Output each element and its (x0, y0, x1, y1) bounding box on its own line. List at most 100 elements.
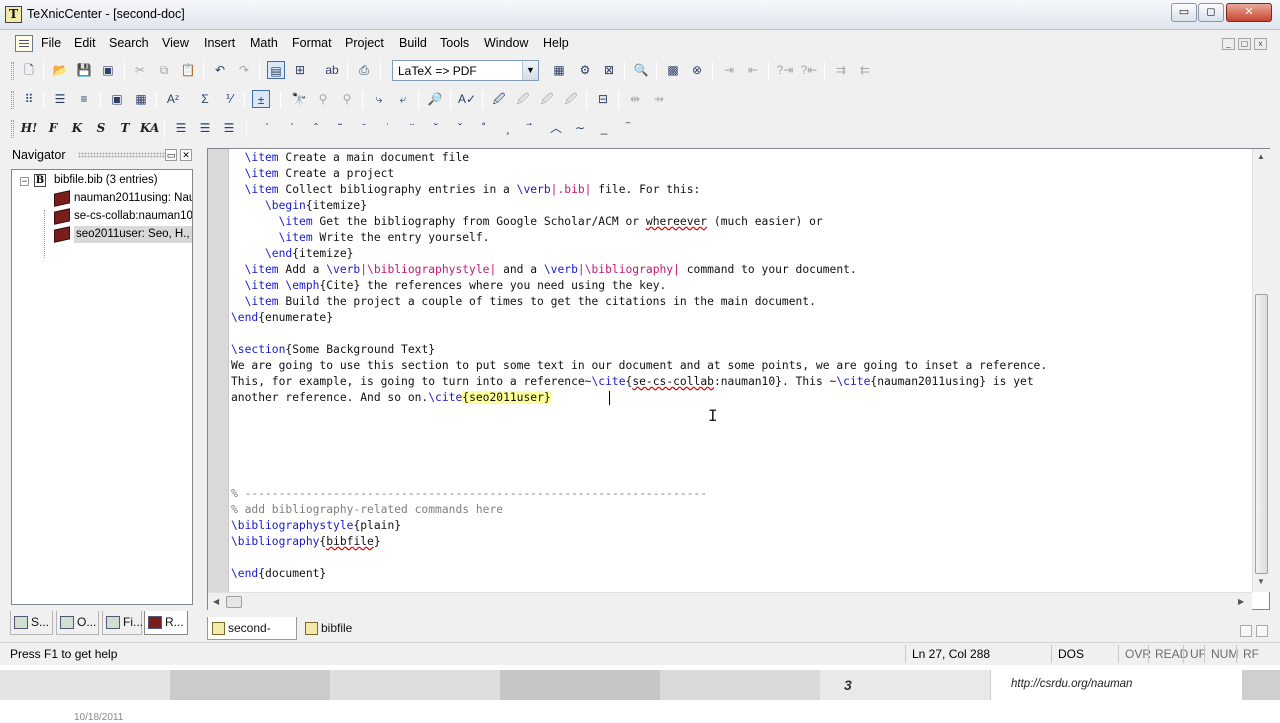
mdi-close-button[interactable]: x (1254, 38, 1267, 50)
build-all-icon[interactable]: ▩ (664, 61, 682, 79)
spell-check-icon[interactable]: A✓ (458, 90, 476, 108)
insert-bibtex-icon[interactable]: ⊟ (594, 90, 612, 108)
document-system-menu-icon[interactable] (15, 35, 33, 52)
mdi-restore-button[interactable]: ▢ (1238, 38, 1251, 50)
code-editor[interactable]: \item Create a main document file \item … (207, 148, 1270, 610)
code-line[interactable]: \item Create a main document file (231, 150, 469, 166)
code-line[interactable]: % --------------------------------------… (231, 486, 707, 502)
output-window-icon[interactable]: ⊞ (291, 61, 309, 79)
goto-label-icon[interactable]: ⤶ (394, 90, 412, 108)
format-italic-button[interactable]: K (68, 119, 86, 137)
fraction-icon[interactable]: ⅟ (220, 90, 238, 108)
accent-check-icon[interactable]: ˇ (451, 119, 469, 137)
menu-math[interactable]: Math (250, 36, 278, 50)
format-heading-button[interactable]: H! (20, 119, 38, 137)
accent-bar-icon[interactable]: ˉ (355, 119, 373, 137)
tab-restore-button[interactable] (1240, 625, 1252, 637)
paste-icon[interactable]: 📋 (179, 61, 197, 79)
copy-icon[interactable]: ⧉ (155, 61, 173, 79)
previous-warning-icon[interactable]: ?⇤ (800, 61, 818, 79)
scroll-left-icon[interactable]: ◀ (213, 597, 219, 606)
find-previous-icon[interactable]: ⚲ (338, 90, 356, 108)
tab-close-button[interactable] (1256, 625, 1268, 637)
insert-structure-icon[interactable]: ⠿ (20, 90, 38, 108)
code-line[interactable]: \bibliographystyle{plain} (231, 518, 401, 534)
code-line[interactable]: We are going to use this section to put … (231, 358, 1047, 374)
format-smallcaps-button[interactable]: KA (140, 119, 159, 137)
editor-vertical-scrollbar[interactable]: ▲ ▼ (1252, 149, 1270, 592)
math-symbol-icon[interactable]: Σ (196, 90, 214, 108)
tab-files[interactable]: Fi... (102, 611, 143, 635)
chevron-down-icon[interactable]: ▼ (522, 61, 538, 80)
scrollbar-thumb[interactable] (226, 596, 242, 608)
save-icon[interactable]: 💾 (75, 61, 93, 79)
accent-underline-icon[interactable]: _ (595, 119, 613, 137)
itemize-icon[interactable]: ☰ (51, 90, 69, 108)
menu-format[interactable]: Format (292, 36, 332, 50)
code-line[interactable]: \item Add a \verb|\bibliographystyle| an… (231, 262, 857, 278)
code-line[interactable]: \section{Some Background Text} (231, 342, 435, 358)
accent-ddot-icon[interactable]: ¨ (403, 119, 421, 137)
menu-build[interactable]: Build (399, 36, 427, 50)
toolbar-grip[interactable] (11, 91, 14, 109)
view-output-icon[interactable]: 🔍 (632, 61, 650, 79)
find-icon[interactable]: 🔭 (290, 90, 308, 108)
tree-entry-selected[interactable]: seo2011user: Seo, H., K (52, 226, 192, 243)
tree-entry[interactable]: se-cs-collab:nauman10: (52, 208, 192, 225)
build-and-view-icon[interactable]: ⚙ (576, 61, 594, 79)
next-warning-icon[interactable]: ?⇥ (776, 61, 794, 79)
navigator-close-button[interactable]: ✕ (180, 149, 192, 161)
next-bookmark-icon[interactable]: 🖉 (514, 90, 532, 108)
code-line[interactable]: \bibliography{bibfile} (231, 534, 381, 550)
accent-wide-tilde-icon[interactable]: ∼ (571, 119, 589, 137)
code-line[interactable]: \end{document} (231, 566, 326, 582)
scroll-right-icon[interactable]: ▶ (1238, 597, 1244, 606)
maximize-button[interactable]: ◻ (1198, 3, 1224, 22)
accent-grave-icon[interactable]: ˋ (258, 119, 276, 137)
code-line[interactable]: \item Create a project (231, 166, 395, 182)
unfold-all-icon[interactable]: ⇸ (650, 90, 668, 108)
clear-bookmarks-icon[interactable]: 🖉 (562, 90, 580, 108)
code-line[interactable]: \item \emph{Cite} the references where y… (231, 278, 667, 294)
ab-replace-icon[interactable]: ab (323, 61, 341, 79)
scroll-up-icon[interactable]: ▲ (1257, 152, 1265, 161)
workspace-toggle-icon[interactable]: ▤ (267, 61, 285, 79)
menu-insert[interactable]: Insert (204, 36, 235, 50)
menu-view[interactable]: View (162, 36, 189, 50)
bibliography-tree[interactable]: − B bibfile.bib (3 entries) nauman2011us… (11, 169, 193, 605)
collapse-icon[interactable]: − (20, 177, 29, 186)
find-next-icon[interactable]: ⚲ (314, 90, 332, 108)
insert-figure-icon[interactable]: ▣ (108, 90, 126, 108)
tab-references[interactable]: R... (144, 611, 188, 635)
accent-acute-icon[interactable]: ˊ (283, 119, 301, 137)
code-line[interactable]: \item Get the bibliography from Google S… (231, 214, 823, 230)
code-line[interactable]: another reference. And so on.\cite{seo20… (231, 390, 551, 406)
code-line[interactable]: \item Collect bibliography entries in a … (231, 182, 701, 198)
save-all-icon[interactable]: ▣ (99, 61, 117, 79)
editor-gutter[interactable] (208, 149, 229, 592)
tree-entry[interactable]: nauman2011using: Nau (52, 190, 192, 207)
accent-ring-icon[interactable]: ˚ (475, 119, 493, 137)
toggle-bookmark-icon[interactable]: 🖉 (490, 90, 508, 108)
accent-dot-icon[interactable]: ˙ (379, 119, 397, 137)
menu-file[interactable]: File (41, 36, 61, 50)
code-line[interactable]: % add bibliography-related commands here (231, 502, 503, 518)
toolbar-grip[interactable] (11, 62, 14, 80)
align-left-icon[interactable]: ☰ (172, 119, 190, 137)
menu-help[interactable]: Help (543, 36, 569, 50)
code-line[interactable]: \end{itemize} (231, 246, 353, 262)
tree-root-bibfile[interactable]: − B bibfile.bib (3 entries) (12, 172, 192, 189)
scroll-down-icon[interactable]: ▼ (1257, 577, 1265, 586)
editor-text-area[interactable]: \item Create a main document file \item … (230, 150, 1250, 592)
mdi-minimize-button[interactable]: _ (1222, 38, 1235, 50)
build-profile-select[interactable]: LaTeX => PDF ▼ (392, 60, 539, 81)
accent-breve-icon[interactable]: ˘ (427, 119, 445, 137)
accent-cedilla-icon[interactable]: ¸ (499, 119, 517, 137)
accent-wide-hat-icon[interactable]: ︿ (547, 119, 565, 137)
align-right-icon[interactable]: ☰ (220, 119, 238, 137)
previous-bookmark-icon[interactable]: 🖉 (538, 90, 556, 108)
format-bold-button[interactable]: F (44, 119, 62, 137)
previous-badbox-icon[interactable]: ⇇ (856, 61, 874, 79)
undo-icon[interactable]: ↶ (211, 61, 229, 79)
next-badbox-icon[interactable]: ⇉ (832, 61, 850, 79)
